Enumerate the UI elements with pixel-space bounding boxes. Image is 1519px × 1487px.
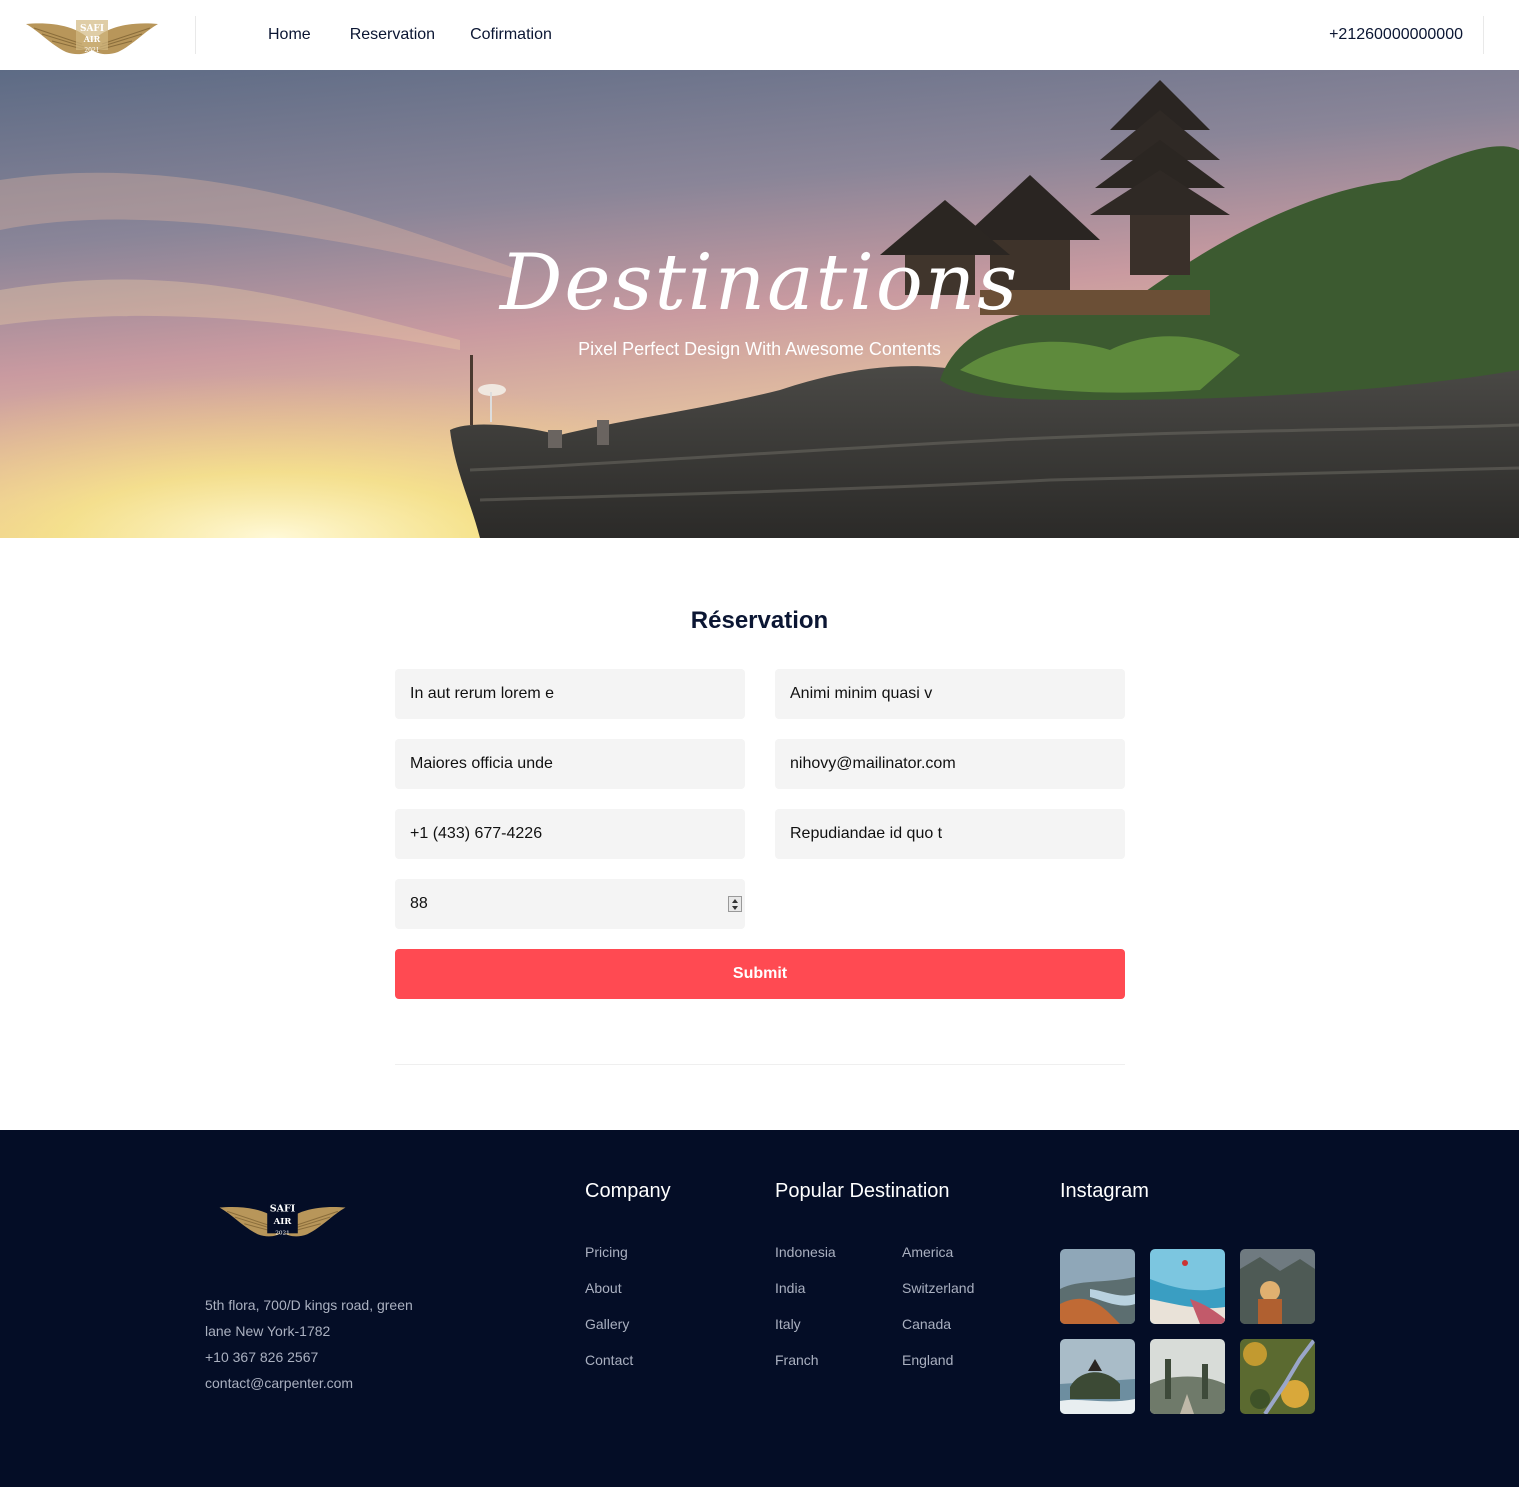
svg-text:2021: 2021 xyxy=(84,47,99,54)
instagram-thumb[interactable] xyxy=(1240,1339,1315,1414)
stepper-arrows-icon[interactable] xyxy=(728,896,742,912)
destinations-heading: Popular Destination xyxy=(775,1180,950,1202)
dest-link[interactable]: Indonesia xyxy=(775,1244,836,1260)
instagram-thumb[interactable] xyxy=(1060,1249,1135,1324)
footer-email[interactable]: contact@carpenter.com xyxy=(205,1370,413,1396)
dest-link[interactable]: Canada xyxy=(902,1316,951,1332)
hero-title: Destinations xyxy=(499,238,1020,328)
address-input[interactable]: Maiores officia unde xyxy=(395,739,745,789)
reservation-title: Réservation xyxy=(690,607,829,634)
instagram-thumb[interactable] xyxy=(1150,1339,1225,1414)
footer-address: 5th flora, 700/D kings road, green lane … xyxy=(205,1292,413,1396)
email-input[interactable]: nihovy@mailinator.com xyxy=(775,739,1125,789)
phone-input[interactable]: +1 (433) 677-4226 xyxy=(395,809,745,859)
svg-text:2021: 2021 xyxy=(275,1230,290,1236)
section-divider xyxy=(395,1064,1125,1065)
first-name-input[interactable]: In aut rerum lorem e xyxy=(395,669,745,719)
svg-text:AIR: AIR xyxy=(83,34,101,44)
dest-link[interactable]: Italy xyxy=(775,1316,801,1332)
main-nav: Home Reservation Cofirmation xyxy=(268,26,552,44)
link-gallery[interactable]: Gallery xyxy=(585,1316,629,1332)
footer-logo[interactable]: SAFI AIR 2021 xyxy=(215,1198,350,1240)
link-contact[interactable]: Contact xyxy=(585,1352,633,1368)
svg-text:SAFI: SAFI xyxy=(80,24,104,34)
hero-banner: Destinations Pixel Perfect Design With A… xyxy=(0,70,1519,538)
dest-link[interactable]: America xyxy=(902,1244,953,1260)
svg-text:AIR: AIR xyxy=(273,1217,293,1227)
dest-link[interactable]: Switzerland xyxy=(902,1280,974,1296)
submit-button[interactable]: Submit xyxy=(395,949,1125,999)
destination-input[interactable]: Repudiandae id quo t xyxy=(775,809,1125,859)
quantity-stepper[interactable]: 88 xyxy=(395,879,745,929)
site-logo[interactable]: SAFI AIR 2021 xyxy=(22,14,162,58)
header-divider-right xyxy=(1483,16,1484,54)
instagram-thumb[interactable] xyxy=(1240,1249,1315,1324)
header-divider xyxy=(195,16,196,54)
footer-phone[interactable]: +10 367 826 2567 xyxy=(205,1344,413,1370)
link-about[interactable]: About xyxy=(585,1280,622,1296)
company-heading: Company xyxy=(585,1180,671,1202)
svg-text:SAFI: SAFI xyxy=(270,1203,296,1214)
header-phone[interactable]: +21260000000000 xyxy=(1329,26,1463,44)
nav-home[interactable]: Home xyxy=(268,26,311,44)
instagram-heading: Instagram xyxy=(1060,1180,1149,1202)
dest-link[interactable]: India xyxy=(775,1280,805,1296)
site-footer: SAFI AIR 2021 5th flora, 700/D kings roa… xyxy=(0,1130,1519,1487)
last-name-input[interactable]: Animi minim quasi v xyxy=(775,669,1125,719)
link-pricing[interactable]: Pricing xyxy=(585,1244,628,1260)
nav-confirmation[interactable]: Cofirmation xyxy=(470,26,552,44)
address-line-1: 5th flora, 700/D kings road, green xyxy=(205,1297,413,1313)
top-navbar: SAFI AIR 2021 Home Reservation Cofirmati… xyxy=(0,0,1519,70)
hero-subtitle: Pixel Perfect Design With Awesome Conten… xyxy=(578,339,941,359)
nav-reservation[interactable]: Reservation xyxy=(350,26,435,44)
quantity-value: 88 xyxy=(410,895,428,912)
instagram-thumb[interactable] xyxy=(1150,1249,1225,1324)
address-line-2: lane New York-1782 xyxy=(205,1323,331,1339)
dest-link[interactable]: Franch xyxy=(775,1352,819,1368)
instagram-thumb[interactable] xyxy=(1060,1339,1135,1414)
dest-link[interactable]: England xyxy=(902,1352,953,1368)
